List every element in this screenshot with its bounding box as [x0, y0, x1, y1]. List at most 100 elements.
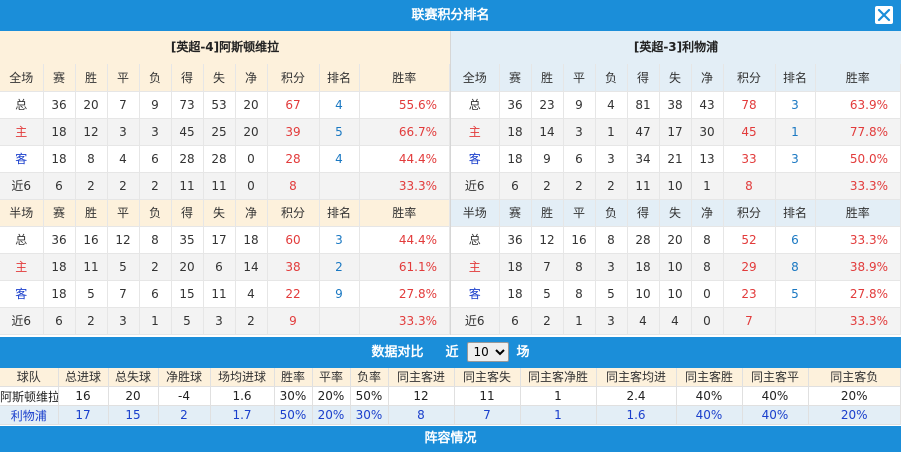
compare-cell: 20%: [808, 405, 901, 425]
stat-cell: 47: [627, 118, 660, 146]
window-title: 联赛积分排名: [411, 8, 490, 23]
stat-cell: 23: [531, 91, 564, 119]
stat-cell: 4: [107, 145, 140, 173]
section-label: 全场: [451, 64, 500, 92]
stat-cell: 2: [595, 172, 628, 200]
match-count-select[interactable]: 10: [466, 342, 509, 362]
rank-cell: 5: [319, 118, 360, 146]
column-header: 失: [659, 199, 692, 227]
row-label: 客: [451, 280, 500, 308]
compare-cell: 30%: [350, 405, 389, 425]
points-cell: 29: [723, 253, 776, 281]
rank-cell: 9: [319, 280, 360, 308]
column-header: 排名: [775, 64, 816, 92]
compare-row: 利物浦 17 15 2 1.7 50% 20% 30% 8 7 1 1.6 40% 40% 20%: [0, 405, 901, 425]
away-team-title: [英超-3]利物浦: [451, 31, 901, 64]
stat-cell: 8: [139, 226, 172, 254]
compare-table: 球队 总进球 总失球 净胜球 场均进球 胜率 平率 负率 同主客进 同主客失 同主客净胜 同主客均进同…: [0, 367, 901, 425]
column-header: 负: [595, 199, 628, 227]
stat-cell: 9: [139, 91, 172, 119]
stat-cell: 7: [531, 253, 564, 281]
win-rate-cell: 44.4%: [359, 226, 450, 254]
stat-cell: 0: [691, 307, 724, 335]
lineup-bar[interactable]: 阵容情况: [0, 426, 901, 452]
compare-cell: 2.4: [596, 386, 677, 406]
points-cell: 9: [267, 307, 320, 335]
compare-cell: 40%: [742, 405, 809, 425]
rank-cell: 2: [319, 253, 360, 281]
stat-cell: 38: [659, 91, 692, 119]
compare-bar: 数据对比 近 10 场: [0, 336, 901, 368]
stat-cell: 15: [171, 280, 204, 308]
stat-cell: 12: [75, 118, 108, 146]
stat-cell: 8: [75, 145, 108, 173]
stat-cell: 11: [627, 172, 660, 200]
compare-cell: 20%: [312, 386, 351, 406]
stat-cell: 45: [171, 118, 204, 146]
stat-cell: 2: [531, 172, 564, 200]
column-header: 平: [107, 64, 140, 92]
stat-cell: 0: [691, 280, 724, 308]
table-row: 总 36 20 7 9 73 53 20 67 4 55.6%: [0, 91, 450, 119]
stat-cell: 8: [563, 253, 596, 281]
stat-cell: 2: [139, 172, 172, 200]
stat-cell: 5: [75, 280, 108, 308]
stat-cell: 11: [75, 253, 108, 281]
compare-suffix: 场: [516, 344, 530, 360]
close-button[interactable]: [875, 6, 893, 24]
compare-cell: 30%: [274, 386, 313, 406]
stat-cell: 20: [235, 91, 268, 119]
section-label: 半场: [451, 199, 500, 227]
table-row: 总 36 16 12 8 35 17 18 60 3 44.4%: [0, 226, 450, 254]
win-rate-cell: 50.0%: [815, 145, 901, 173]
points-cell: 28: [267, 145, 320, 173]
column-header: 负: [139, 199, 172, 227]
stat-cell: 4: [627, 307, 660, 335]
compare-cell: 8: [388, 405, 455, 425]
compare-cell: 17: [58, 405, 109, 425]
row-label: 主: [0, 118, 44, 146]
table-row: 近6 6 2 3 1 5 3 2 9 33.3%: [0, 307, 450, 335]
column-header: 得: [627, 199, 660, 227]
points-cell: 67: [267, 91, 320, 119]
table-row: 总 36 23 9 4 81 38 43 78 3 63.9%: [451, 91, 901, 119]
compare-cell: 50%: [274, 405, 313, 425]
column-header: 得: [627, 64, 660, 92]
win-rate-cell: 44.4%: [359, 145, 450, 173]
compare-title: 数据对比: [371, 344, 424, 360]
column-header: 得: [171, 199, 204, 227]
row-label: 总: [0, 226, 44, 254]
table-row: 近6 6 2 1 3 4 4 0 7 33.3%: [451, 307, 901, 335]
compare-column-header: 同主客均进: [596, 367, 677, 387]
stat-cell: 7: [107, 91, 140, 119]
stat-cell: 12: [531, 226, 564, 254]
stat-cell: 28: [627, 226, 660, 254]
column-header: 赛: [43, 64, 76, 92]
stat-cell: 4: [659, 307, 692, 335]
stat-cell: 11: [171, 172, 204, 200]
table-row: 客 18 5 7 6 15 11 4 22 9 27.8%: [0, 280, 450, 308]
rank-cell: 4: [319, 91, 360, 119]
table-row: 主 18 7 8 3 18 10 8 29 8 38.9%: [451, 253, 901, 281]
stat-cell: 73: [171, 91, 204, 119]
win-rate-cell: 38.9%: [815, 253, 901, 281]
table-row: 近6 6 2 2 2 11 11 0 8 33.3%: [0, 172, 450, 200]
column-header: 胜: [531, 64, 564, 92]
stat-cell: 0: [235, 172, 268, 200]
stat-cell: 2: [235, 307, 268, 335]
compare-column-header: 总进球: [58, 367, 109, 387]
standings-panels: [英超-4]阿斯顿维拉 全场赛胜平负得失净积分 排名 胜率总 36 20 7 9 73 53 20…: [0, 31, 901, 335]
compare-column-header: 同主客胜: [676, 367, 743, 387]
row-label: 主: [451, 253, 500, 281]
compare-cell: 16: [58, 386, 109, 406]
column-header: 胜: [75, 64, 108, 92]
stat-cell: 16: [75, 226, 108, 254]
table-row: 主 18 12 3 3 45 25 20 39 5 66.7%: [0, 118, 450, 146]
win-rate-cell: 33.3%: [815, 307, 901, 335]
stat-cell: 25: [203, 118, 236, 146]
stat-cell: 36: [43, 91, 76, 119]
win-rate-cell: 33.3%: [815, 172, 901, 200]
compare-cell: 40%: [676, 386, 743, 406]
row-label: 总: [451, 91, 500, 119]
stat-cell: 11: [203, 280, 236, 308]
